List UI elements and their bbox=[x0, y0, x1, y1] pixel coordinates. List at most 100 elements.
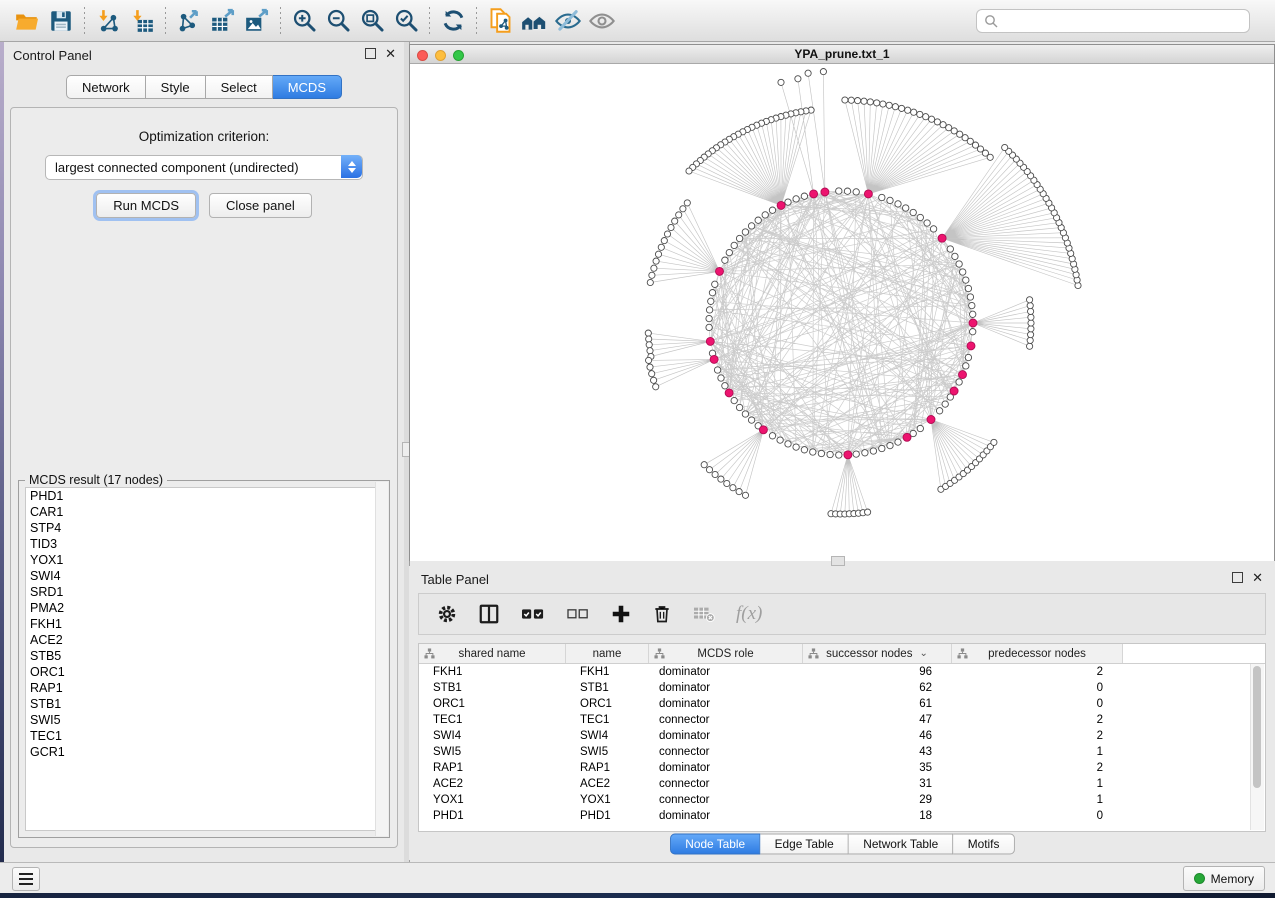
tab-edge-table[interactable]: Edge Table bbox=[760, 834, 849, 855]
tab-network-table[interactable]: Network Table bbox=[849, 834, 953, 855]
memory-button[interactable]: Memory bbox=[1183, 866, 1265, 891]
add-column-icon[interactable] bbox=[610, 603, 632, 625]
zoom-fit-icon[interactable] bbox=[355, 5, 389, 37]
column-type-icon bbox=[957, 648, 968, 659]
import-table-icon[interactable] bbox=[125, 5, 159, 37]
mcds-result-item[interactable]: SRD1 bbox=[26, 584, 382, 600]
search-field[interactable] bbox=[976, 9, 1250, 33]
float-panel-icon[interactable] bbox=[365, 48, 376, 59]
mcds-result-item[interactable]: ACE2 bbox=[26, 632, 382, 648]
show-panels-button[interactable] bbox=[12, 867, 40, 891]
mcds-result-list[interactable]: PHD1CAR1STP4TID3YOX1SWI4SRD1PMA2FKH1ACE2… bbox=[25, 487, 383, 831]
clear-table-icon[interactable] bbox=[692, 604, 716, 624]
column-header-successor-nodes[interactable]: successor nodes ⌄ bbox=[803, 644, 952, 663]
table-row[interactable]: ACE2 ACE2 connector 31 1 bbox=[419, 776, 1265, 792]
mcds-result-item[interactable]: RAP1 bbox=[26, 680, 382, 696]
horizontal-splitter-handle[interactable] bbox=[831, 556, 845, 566]
mcds-result-item[interactable]: PMA2 bbox=[26, 600, 382, 616]
mcds-result-item[interactable]: GCR1 bbox=[26, 744, 382, 760]
optimization-criterion-dropdown[interactable]: largest connected component (undirected) bbox=[45, 155, 363, 180]
mcds-result-item[interactable]: TID3 bbox=[26, 536, 382, 552]
table-row[interactable]: TEC1 TEC1 connector 47 2 bbox=[419, 712, 1265, 728]
tab-node-table[interactable]: Node Table bbox=[670, 834, 760, 855]
control-panel-tabs: Network Style Select MCDS bbox=[4, 75, 404, 99]
mcds-result-group: MCDS result (17 nodes) PHD1CAR1STP4TID3Y… bbox=[18, 480, 390, 838]
table-row[interactable]: SWI4 SWI4 dominator 46 2 bbox=[419, 728, 1265, 744]
table-row[interactable]: PHD1 PHD1 dominator 18 0 bbox=[419, 808, 1265, 824]
close-panel-button[interactable]: Close panel bbox=[209, 193, 312, 218]
mcds-list-scrollbar[interactable] bbox=[375, 482, 388, 836]
refresh-icon[interactable] bbox=[436, 5, 470, 37]
first-neighbors-icon[interactable] bbox=[517, 5, 551, 37]
save-icon[interactable] bbox=[44, 5, 78, 37]
function-builder-icon[interactable]: f(x) bbox=[736, 603, 762, 625]
node-table: shared name name MCDS role successor nod… bbox=[418, 643, 1266, 832]
mcds-result-item[interactable]: CAR1 bbox=[26, 504, 382, 520]
toolbar-separator bbox=[429, 7, 430, 35]
hide-selected-icon[interactable] bbox=[551, 5, 585, 37]
mcds-result-item[interactable]: STB1 bbox=[26, 696, 382, 712]
mcds-result-item[interactable]: TEC1 bbox=[26, 728, 382, 744]
deselect-all-icon[interactable] bbox=[566, 604, 590, 624]
mcds-result-item[interactable]: ORC1 bbox=[26, 664, 382, 680]
mcds-result-item[interactable]: SWI4 bbox=[26, 568, 382, 584]
zoom-selected-icon[interactable] bbox=[389, 5, 423, 37]
tab-style[interactable]: Style bbox=[146, 75, 206, 99]
table-body: FKH1 FKH1 dominator 96 2 STB1 STB1 domin… bbox=[419, 664, 1265, 824]
mcds-result-item[interactable]: FKH1 bbox=[26, 616, 382, 632]
dropdown-stepper-icon bbox=[341, 155, 362, 178]
memory-status-icon bbox=[1194, 873, 1205, 884]
select-all-icon[interactable] bbox=[520, 603, 546, 625]
network-window-titlebar[interactable]: YPA_prune.txt_1 bbox=[410, 45, 1274, 64]
table-panel-title: Table Panel bbox=[409, 572, 489, 587]
cytoscape-window: Control Panel ✕ Network Style Select MCD… bbox=[0, 0, 1275, 892]
table-scrollbar-thumb[interactable] bbox=[1253, 666, 1261, 788]
minimize-window-icon[interactable] bbox=[435, 50, 446, 61]
show-all-icon[interactable] bbox=[585, 5, 619, 37]
mcds-result-item[interactable]: STP4 bbox=[26, 520, 382, 536]
network-graph[interactable] bbox=[410, 64, 1274, 561]
network-canvas[interactable] bbox=[410, 64, 1274, 561]
table-scrollbar[interactable] bbox=[1250, 664, 1264, 830]
run-mcds-button[interactable]: Run MCDS bbox=[96, 193, 196, 218]
table-row[interactable]: FKH1 FKH1 dominator 96 2 bbox=[419, 664, 1265, 680]
table-row[interactable]: RAP1 RAP1 dominator 35 2 bbox=[419, 760, 1265, 776]
table-row[interactable]: SWI5 SWI5 connector 43 1 bbox=[419, 744, 1265, 760]
close-panel-icon[interactable]: ✕ bbox=[1252, 573, 1263, 582]
table-settings-icon[interactable] bbox=[436, 603, 458, 625]
zoom-out-icon[interactable] bbox=[321, 5, 355, 37]
column-header-predecessor-nodes[interactable]: predecessor nodes bbox=[952, 644, 1123, 663]
clone-network-icon[interactable] bbox=[483, 5, 517, 37]
tab-motifs[interactable]: Motifs bbox=[953, 834, 1014, 855]
close-panel-icon[interactable]: ✕ bbox=[385, 49, 396, 58]
export-table-icon[interactable] bbox=[206, 5, 240, 37]
maximize-window-icon[interactable] bbox=[453, 50, 464, 61]
mcds-result-item[interactable]: SWI5 bbox=[26, 712, 382, 728]
show-columns-icon[interactable] bbox=[478, 603, 500, 625]
column-header-name[interactable]: name bbox=[566, 644, 649, 663]
column-type-icon bbox=[424, 648, 435, 659]
tab-select[interactable]: Select bbox=[206, 75, 273, 99]
table-row[interactable]: ORC1 ORC1 dominator 61 0 bbox=[419, 696, 1265, 712]
control-panel-header: Control Panel ✕ bbox=[4, 42, 404, 68]
import-network-icon[interactable] bbox=[91, 5, 125, 37]
mcds-result-item[interactable]: YOX1 bbox=[26, 552, 382, 568]
tab-network[interactable]: Network bbox=[66, 75, 146, 99]
mcds-result-item[interactable]: PHD1 bbox=[26, 488, 382, 504]
column-header-mcds-role[interactable]: MCDS role bbox=[649, 644, 803, 663]
open-file-icon[interactable] bbox=[10, 5, 44, 37]
close-window-icon[interactable] bbox=[417, 50, 428, 61]
search-input[interactable] bbox=[998, 13, 1222, 29]
network-window-title: YPA_prune.txt_1 bbox=[794, 47, 889, 61]
export-network-icon[interactable] bbox=[172, 5, 206, 37]
table-row[interactable]: STB1 STB1 dominator 62 0 bbox=[419, 680, 1265, 696]
float-panel-icon[interactable] bbox=[1232, 572, 1243, 583]
table-row[interactable]: YOX1 YOX1 connector 29 1 bbox=[419, 792, 1265, 808]
zoom-in-icon[interactable] bbox=[287, 5, 321, 37]
tab-mcds[interactable]: MCDS bbox=[273, 75, 342, 99]
column-header-shared-name[interactable]: shared name bbox=[419, 644, 566, 663]
delete-columns-icon[interactable] bbox=[652, 603, 672, 625]
column-type-icon bbox=[808, 648, 819, 659]
mcds-result-item[interactable]: STB5 bbox=[26, 648, 382, 664]
export-image-icon[interactable] bbox=[240, 5, 274, 37]
